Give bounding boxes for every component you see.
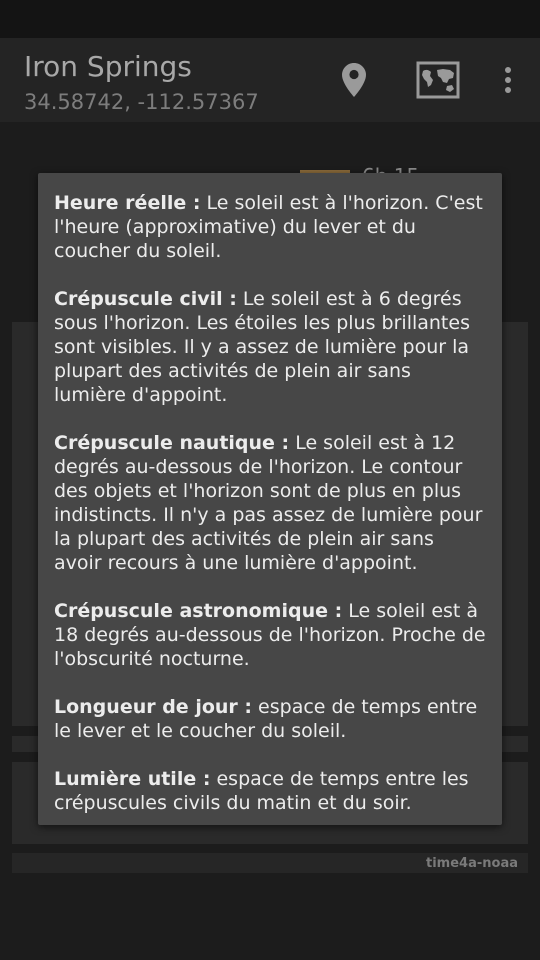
glossary-term: Longueur de jour : <box>54 696 252 718</box>
glossary-entry-longueur-de-jour: Longueur de jour : espace de temps entre… <box>54 695 486 743</box>
glossary-term: Crépuscule civil : <box>54 288 237 310</box>
status-bar <box>0 0 540 38</box>
glossary-entry-crepuscule-civil: Crépuscule civil : Le soleil est à 6 deg… <box>54 287 486 407</box>
map-icon <box>416 61 460 99</box>
location-pin-icon <box>342 63 366 97</box>
overflow-menu-icon <box>505 67 511 93</box>
location-title: Iron Springs <box>24 50 192 83</box>
app-bar: Iron Springs 34.58742, -112.57367 <box>0 38 540 122</box>
glossary-term: Heure réelle : <box>54 192 201 214</box>
footer-tag: time4a-noaa <box>426 856 518 871</box>
glossary-term: Crépuscule nautique : <box>54 432 290 454</box>
map-button[interactable] <box>414 56 462 104</box>
glossary-popup: Heure réelle : Le soleil est à l'horizon… <box>38 173 502 825</box>
glossary-term: Lumière utile : <box>54 768 211 790</box>
glossary-entry-crepuscule-nautique: Crépuscule nautique : Le soleil est à 12… <box>54 431 486 575</box>
overflow-menu-button[interactable] <box>484 56 532 104</box>
glossary-entry-lumiere-utile: Lumière utile : espace de temps entre le… <box>54 767 486 815</box>
glossary-entry-heure-reelle: Heure réelle : Le soleil est à l'horizon… <box>54 191 486 263</box>
coordinates-subtitle: 34.58742, -112.57367 <box>24 90 259 114</box>
glossary-term: Crépuscule astronomique : <box>54 600 343 622</box>
glossary-entry-crepuscule-astronomique: Crépuscule astronomique : Le soleil est … <box>54 599 486 671</box>
location-button[interactable] <box>330 56 378 104</box>
